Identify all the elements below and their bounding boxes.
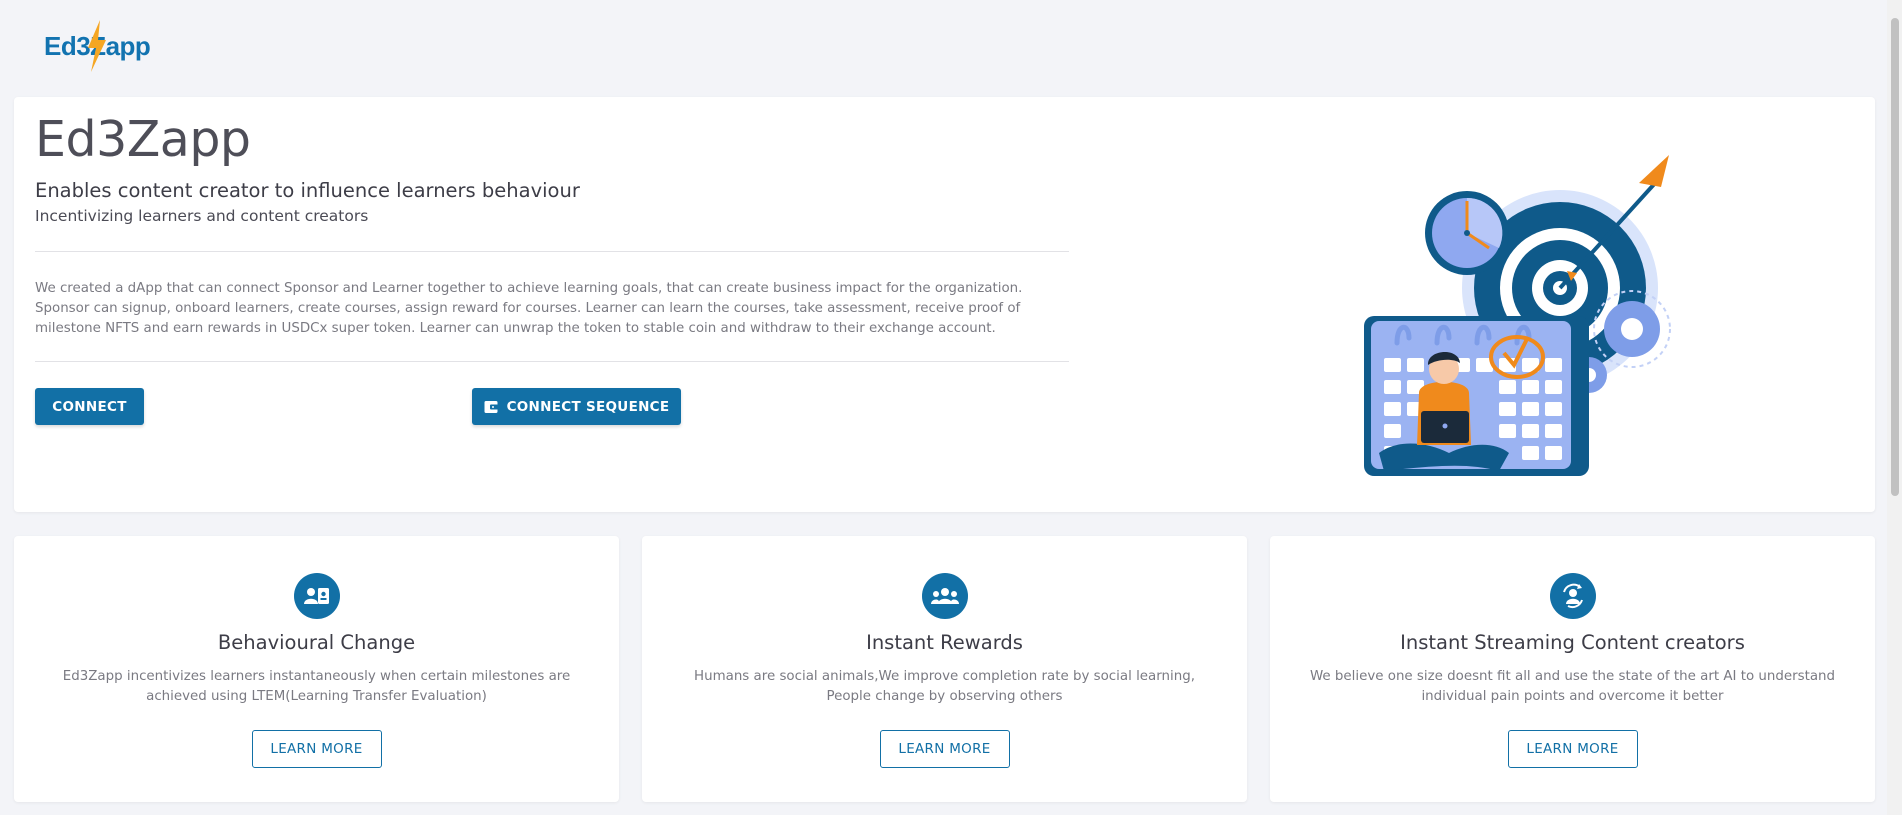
learning-goals-illustration [1364,155,1671,476]
feature-card-behavioural-change: Behavioural Change Ed3Zapp incentivizes … [14,536,619,802]
feature-title: Instant Streaming Content creators [1400,631,1745,654]
feature-title: Instant Rewards [866,631,1023,654]
ed3zapp-logo[interactable]: Ed3Zapp [44,18,154,74]
learn-more-button[interactable]: LEARN MORE [251,730,382,768]
page-title: Ed3Zapp [35,111,251,168]
hero-card: Ed3Zapp Enables content creator to influ… [14,97,1875,512]
scrollbar-thumb[interactable] [1891,18,1899,496]
feature-text: Ed3Zapp incentivizes learners instantane… [62,669,571,704]
top-bar: Ed3Zapp [0,0,1902,96]
divider [35,251,1069,252]
connect-button-label: CONNECT [52,398,127,415]
feature-title: Behavioural Change [217,631,416,654]
connect-sequence-label: CONNECT SEQUENCE [506,398,670,415]
hero-tagline: Incentivizing learners and content creat… [35,207,369,225]
connect-button[interactable]: CONNECT [35,388,144,425]
divider [35,361,1069,362]
lightning-bolt-icon [88,20,106,72]
learn-more-button[interactable]: LEARN MORE [879,730,1010,768]
group-icon [921,573,968,619]
vertical-scrollbar[interactable] [1887,0,1902,815]
features-section: Behavioural Change Ed3Zapp incentivizes … [14,536,1875,802]
person-id-icon [293,573,340,619]
person-sync-icon [1549,573,1596,619]
learn-more-button[interactable]: LEARN MORE [1507,730,1638,768]
feature-card-instant-streaming: Instant Streaming Content creators We be… [1270,536,1875,802]
feature-card-instant-rewards: Instant Rewards Humans are social animal… [642,536,1247,802]
feature-text: Humans are social animals,We improve com… [694,669,1195,704]
connect-sequence-button[interactable]: CONNECT SEQUENCE [472,388,681,425]
feature-text: We believe one size doesnt fit all and u… [1309,669,1836,704]
hero-subtitle: Enables content creator to influence lea… [35,179,580,202]
hero-description: We created a dApp that can connect Spons… [35,281,1023,336]
wallet-icon [484,400,499,414]
